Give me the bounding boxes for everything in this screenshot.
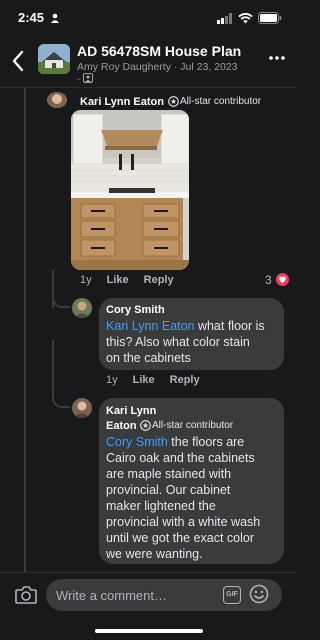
comment-text: Cory Smith the floors are Cairo oak and … bbox=[106, 435, 261, 561]
comment-input[interactable] bbox=[46, 579, 282, 611]
comment-text: Kari Lynn Eaton what floor is this? Also… bbox=[106, 319, 265, 365]
avatar[interactable] bbox=[72, 398, 92, 418]
post-meta-privacy: · bbox=[77, 73, 94, 85]
signal-icon bbox=[217, 12, 232, 24]
post-date: Jul 23, 2023 bbox=[180, 61, 238, 73]
comment-age: 1y bbox=[80, 274, 92, 286]
post-author[interactable]: Amy Roy Daugherty bbox=[77, 61, 171, 73]
comment-author-line1[interactable]: Kari Lynn bbox=[106, 405, 156, 417]
status-icons bbox=[217, 12, 282, 24]
post-thumbnail[interactable] bbox=[38, 44, 70, 74]
group-privacy-icon bbox=[83, 73, 94, 83]
comment-author[interactable]: Kari Lynn Eaton bbox=[80, 96, 164, 108]
like-button[interactable]: Like bbox=[107, 274, 129, 286]
comment-photo[interactable] bbox=[71, 110, 189, 270]
heart-reaction-icon bbox=[276, 273, 289, 286]
thread-line bbox=[24, 88, 26, 580]
emoji-icon[interactable] bbox=[249, 584, 269, 604]
all-star-badge[interactable]: All-star contributor bbox=[166, 95, 264, 108]
reply-branch bbox=[52, 396, 70, 408]
person-icon bbox=[51, 13, 59, 23]
post-header: AD 56478SM House Plan Amy Roy Daugherty … bbox=[0, 34, 296, 88]
reply-button[interactable]: Reply bbox=[170, 374, 200, 386]
avatar[interactable] bbox=[47, 92, 67, 108]
status-time: 2:45 bbox=[18, 10, 45, 25]
back-button[interactable] bbox=[8, 48, 30, 74]
post-title[interactable]: AD 56478SM House Plan bbox=[77, 43, 241, 59]
comment-age: 1y bbox=[106, 374, 118, 386]
comment-actions: 1y Like Reply bbox=[106, 374, 200, 386]
comment-author-line2[interactable]: Eaton bbox=[106, 420, 137, 432]
reply-button[interactable]: Reply bbox=[144, 274, 174, 286]
comment-author[interactable]: Cory Smith bbox=[106, 304, 165, 316]
home-indicator bbox=[95, 629, 203, 633]
battery-icon bbox=[258, 12, 282, 24]
badge-star-icon bbox=[140, 420, 151, 431]
reaction-count[interactable]: 3 bbox=[265, 273, 272, 287]
more-options-icon[interactable] bbox=[268, 52, 286, 64]
badge-star-icon bbox=[168, 96, 179, 107]
like-button[interactable]: Like bbox=[133, 374, 155, 386]
wifi-icon bbox=[238, 12, 253, 23]
post-meta: Amy Roy Daugherty · Jul 23, 2023 bbox=[77, 61, 238, 73]
camera-icon[interactable] bbox=[14, 585, 38, 605]
gif-button[interactable]: GIF bbox=[223, 586, 241, 604]
mention-link[interactable]: Cory Smith bbox=[106, 435, 168, 449]
all-star-badge[interactable]: All-star contributor bbox=[138, 419, 236, 432]
reply-branch bbox=[52, 296, 70, 308]
reply-thread-line bbox=[52, 340, 54, 400]
mention-link[interactable]: Kari Lynn Eaton bbox=[106, 319, 194, 333]
status-bar: 2:45 bbox=[0, 0, 296, 34]
avatar[interactable] bbox=[72, 298, 92, 318]
comment-actions: 1y Like Reply bbox=[80, 274, 174, 286]
